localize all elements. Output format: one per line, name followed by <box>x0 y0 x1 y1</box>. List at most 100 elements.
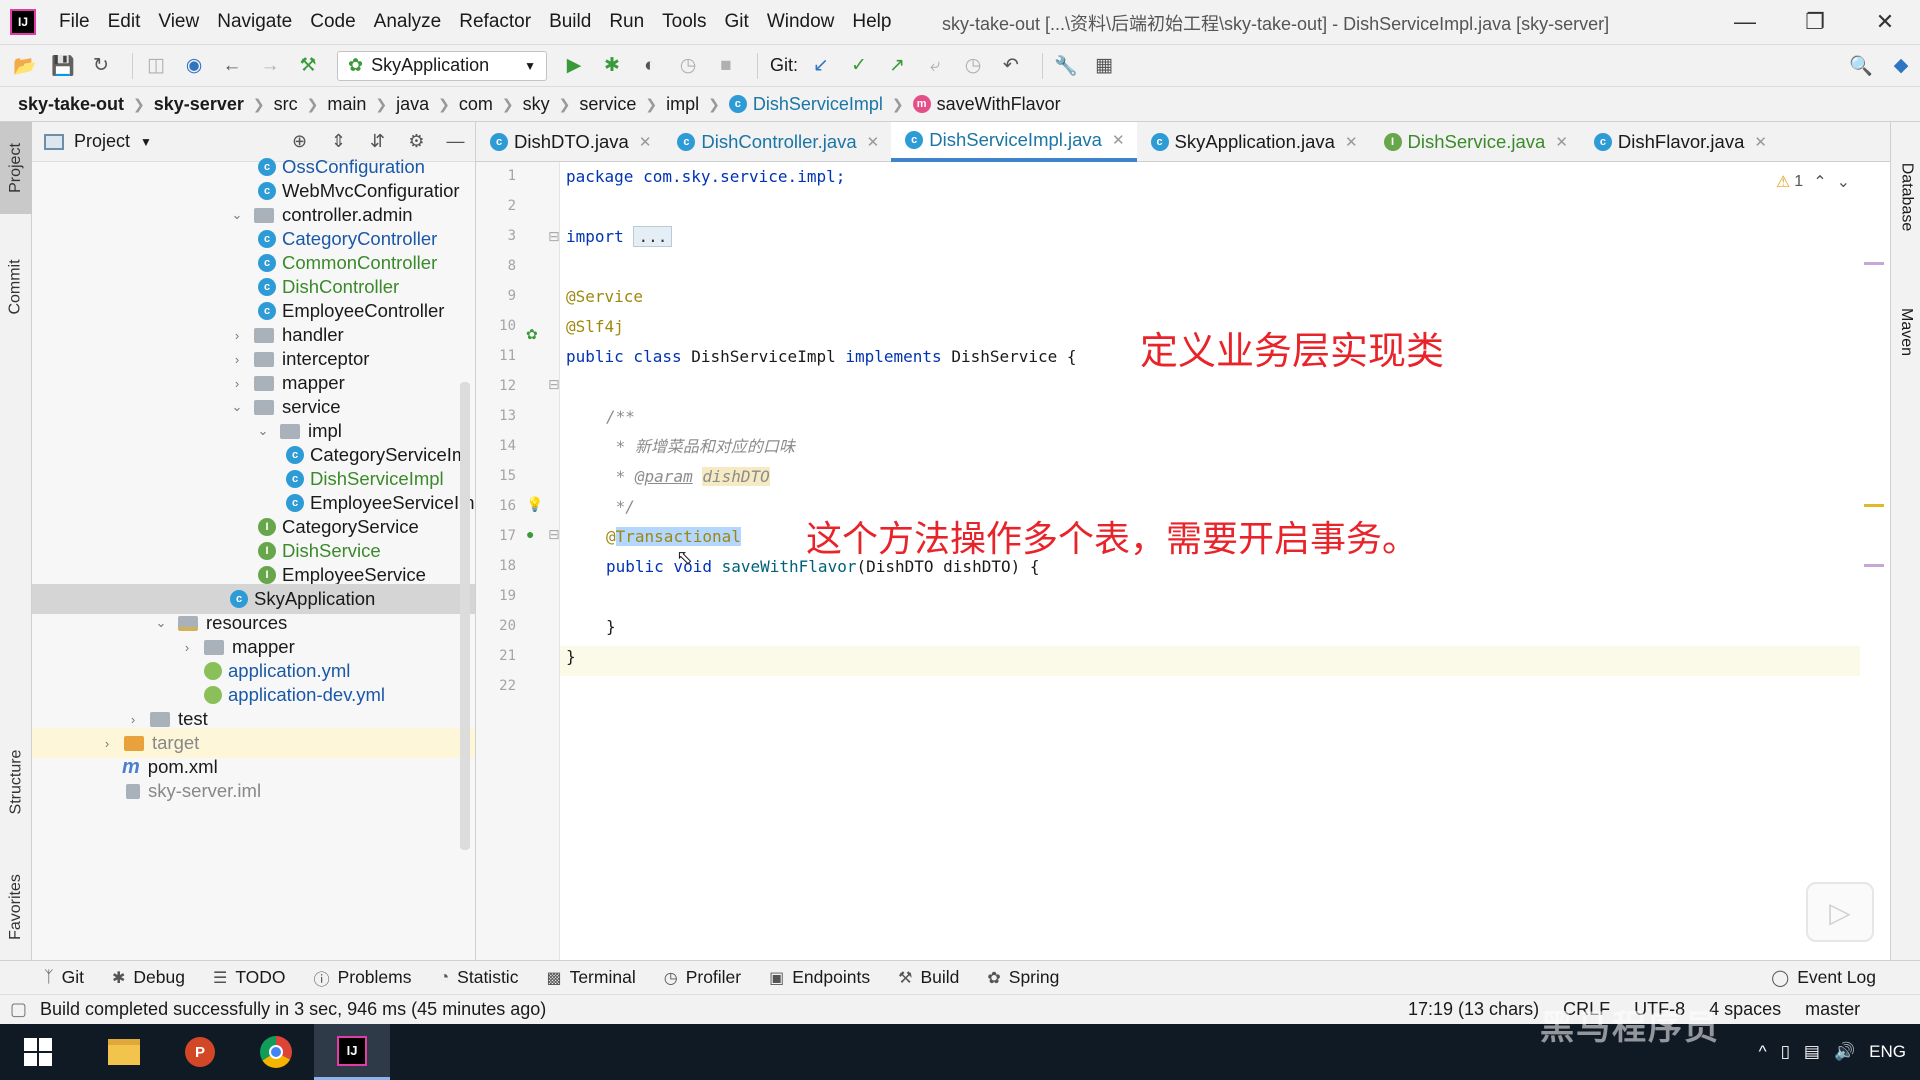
input-language[interactable]: ENG <box>1869 1042 1906 1062</box>
fold-icon[interactable]: ⊟ <box>548 526 560 543</box>
git-merge-icon[interactable]: ⤶ <box>920 51 950 81</box>
start-button[interactable] <box>0 1024 76 1080</box>
gear-icon[interactable]: ⚙ <box>397 131 436 152</box>
tab-dishserviceimpl[interactable]: c DishServiceImpl.java ✕ <box>891 122 1137 162</box>
taskbar-powerpoint[interactable]: P <box>162 1024 238 1080</box>
run-icon[interactable]: ▶ <box>559 51 589 81</box>
project-structure-icon[interactable]: ◫ <box>141 51 171 81</box>
menu-run[interactable]: Run <box>600 11 653 33</box>
tab-database[interactable]: Database <box>1891 132 1920 262</box>
tab-skyapplication[interactable]: c SkyApplication.java ✕ <box>1137 122 1370 162</box>
error-stripe-marker[interactable] <box>1864 564 1884 567</box>
tab-dishdto[interactable]: c DishDTO.java ✕ <box>476 122 663 162</box>
chevron-right-icon[interactable]: › <box>228 328 246 343</box>
tool-todo[interactable]: ☰ TODO <box>213 967 286 988</box>
tab-maven[interactable]: Maven <box>1891 272 1920 392</box>
git-push-icon[interactable]: ↗ <box>882 51 912 81</box>
chevron-right-icon[interactable]: › <box>124 712 142 727</box>
stop-icon[interactable]: ■ <box>711 51 741 81</box>
toggle-panel-icon[interactable]: ▢ <box>10 999 27 1020</box>
close-window-button[interactable]: ✕ <box>1850 0 1920 44</box>
menu-git[interactable]: Git <box>716 11 758 33</box>
git-update-icon[interactable]: ↙ <box>806 51 836 81</box>
expand-all-icon[interactable]: ⇕ <box>319 131 358 152</box>
tab-dishcontroller[interactable]: c DishController.java ✕ <box>663 122 891 162</box>
tool-debug[interactable]: ✱ Debug <box>112 967 185 988</box>
battery-icon[interactable]: ▯ <box>1781 1042 1790 1062</box>
status-message[interactable]: Build completed successfully in 3 sec, 9… <box>40 999 546 1020</box>
folded-imports[interactable]: ... <box>633 226 673 247</box>
breadcrumb-item-sky[interactable]: sky <box>523 94 550 115</box>
chevron-right-icon[interactable]: › <box>228 376 246 391</box>
menu-view[interactable]: View <box>149 11 208 33</box>
breadcrumb-item-module[interactable]: sky-server <box>154 94 244 115</box>
close-icon[interactable]: ✕ <box>1112 131 1125 149</box>
debug-bug-icon[interactable]: ✱ <box>597 51 627 81</box>
chevron-down-icon[interactable]: ⌄ <box>228 399 246 415</box>
menu-edit[interactable]: Edit <box>99 11 150 33</box>
lightbulb-icon[interactable]: 💡 <box>526 496 543 513</box>
breadcrumb-item-project[interactable]: sky-take-out <box>18 94 124 115</box>
close-icon[interactable]: ✕ <box>639 133 652 151</box>
volume-icon[interactable]: 🔊 <box>1834 1042 1855 1062</box>
tab-dishservice[interactable]: I DishService.java ✕ <box>1370 122 1580 162</box>
error-stripe-marker[interactable] <box>1864 262 1884 265</box>
chevron-up-icon[interactable]: ⌃ <box>1813 172 1826 192</box>
forward-arrow-icon[interactable]: → <box>255 51 285 81</box>
error-stripe-marker[interactable] <box>1864 504 1884 507</box>
menu-help[interactable]: Help <box>843 11 900 33</box>
network-icon[interactable]: ▤ <box>1804 1042 1820 1062</box>
fold-icon[interactable]: ⊟ <box>548 228 560 245</box>
search-everywhere-icon[interactable]: 🔍 <box>1846 51 1876 81</box>
project-structure-icon[interactable]: ▦ <box>1089 51 1119 81</box>
breadcrumb-item-impl[interactable]: impl <box>666 94 699 115</box>
chevron-right-icon[interactable]: › <box>98 736 116 751</box>
project-scrollbar[interactable] <box>460 382 470 850</box>
chevron-right-icon[interactable]: › <box>178 640 196 655</box>
breadcrumb-item-main[interactable]: main <box>327 94 366 115</box>
taskbar-intellij[interactable]: IJ <box>314 1024 390 1080</box>
save-all-icon[interactable]: 💾 <box>48 51 78 81</box>
menu-file[interactable]: File <box>50 11 99 33</box>
breadcrumb-item-service[interactable]: service <box>579 94 636 115</box>
run-configuration-select[interactable]: ✿ SkyApplication ▼ <box>337 50 547 81</box>
tray-expand-icon[interactable]: ^ <box>1759 1042 1767 1062</box>
close-icon[interactable]: ✕ <box>1345 133 1358 151</box>
fold-icon[interactable]: ⊟ <box>548 376 560 393</box>
git-history-icon[interactable]: ◷ <box>958 51 988 81</box>
tool-statistic[interactable]: ◔ Statistic <box>440 967 519 988</box>
menu-refactor[interactable]: Refactor <box>450 11 540 33</box>
breadcrumb-item-src[interactable]: src <box>274 94 298 115</box>
tab-dishflavor[interactable]: c DishFlavor.java ✕ <box>1580 122 1779 162</box>
menu-analyze[interactable]: Analyze <box>365 11 451 33</box>
plugin-icon[interactable]: ◆ <box>1886 51 1916 81</box>
caret-position[interactable]: 17:19 (13 chars) <box>1408 999 1539 1020</box>
breadcrumb-item-com[interactable]: com <box>459 94 493 115</box>
coverage-icon[interactable]: ◐ <box>635 51 665 81</box>
git-rollback-icon[interactable]: ↶ <box>996 51 1026 81</box>
tool-git[interactable]: ᛉ Git <box>44 967 84 988</box>
chevron-down-icon[interactable]: ▼ <box>140 135 152 149</box>
build-hammer-icon[interactable]: ⚒ <box>293 51 323 81</box>
chevron-right-icon[interactable]: › <box>228 352 246 367</box>
implements-gutter-icon[interactable]: ● <box>526 526 534 542</box>
menu-tools[interactable]: Tools <box>653 11 715 33</box>
chevron-down-icon[interactable]: ⌄ <box>228 207 246 223</box>
menu-navigate[interactable]: Navigate <box>208 11 301 33</box>
git-branch[interactable]: master <box>1805 999 1860 1020</box>
git-commit-icon[interactable]: ✓ <box>844 51 874 81</box>
hide-panel-icon[interactable]: — <box>436 131 475 152</box>
locate-file-icon[interactable]: ⊕ <box>280 131 319 152</box>
tool-problems[interactable]: ⓘ Problems <box>314 966 412 990</box>
tool-terminal[interactable]: ▩ Terminal <box>546 967 635 988</box>
play-icon[interactable]: ▷ <box>1806 882 1874 942</box>
minimize-button[interactable]: — <box>1710 0 1780 44</box>
tree-item[interactable]: sky-server.iml <box>32 776 475 806</box>
close-icon[interactable]: ✕ <box>867 133 880 151</box>
tool-endpoints[interactable]: ▣ Endpoints <box>769 967 870 988</box>
spring-bean-gutter-icon[interactable]: ✿ <box>526 326 538 343</box>
close-icon[interactable]: ✕ <box>1754 133 1767 151</box>
breadcrumb-item-class[interactable]: c DishServiceImpl <box>728 94 883 115</box>
tab-project[interactable]: Project <box>0 122 32 214</box>
tab-structure[interactable]: Structure <box>0 722 32 842</box>
